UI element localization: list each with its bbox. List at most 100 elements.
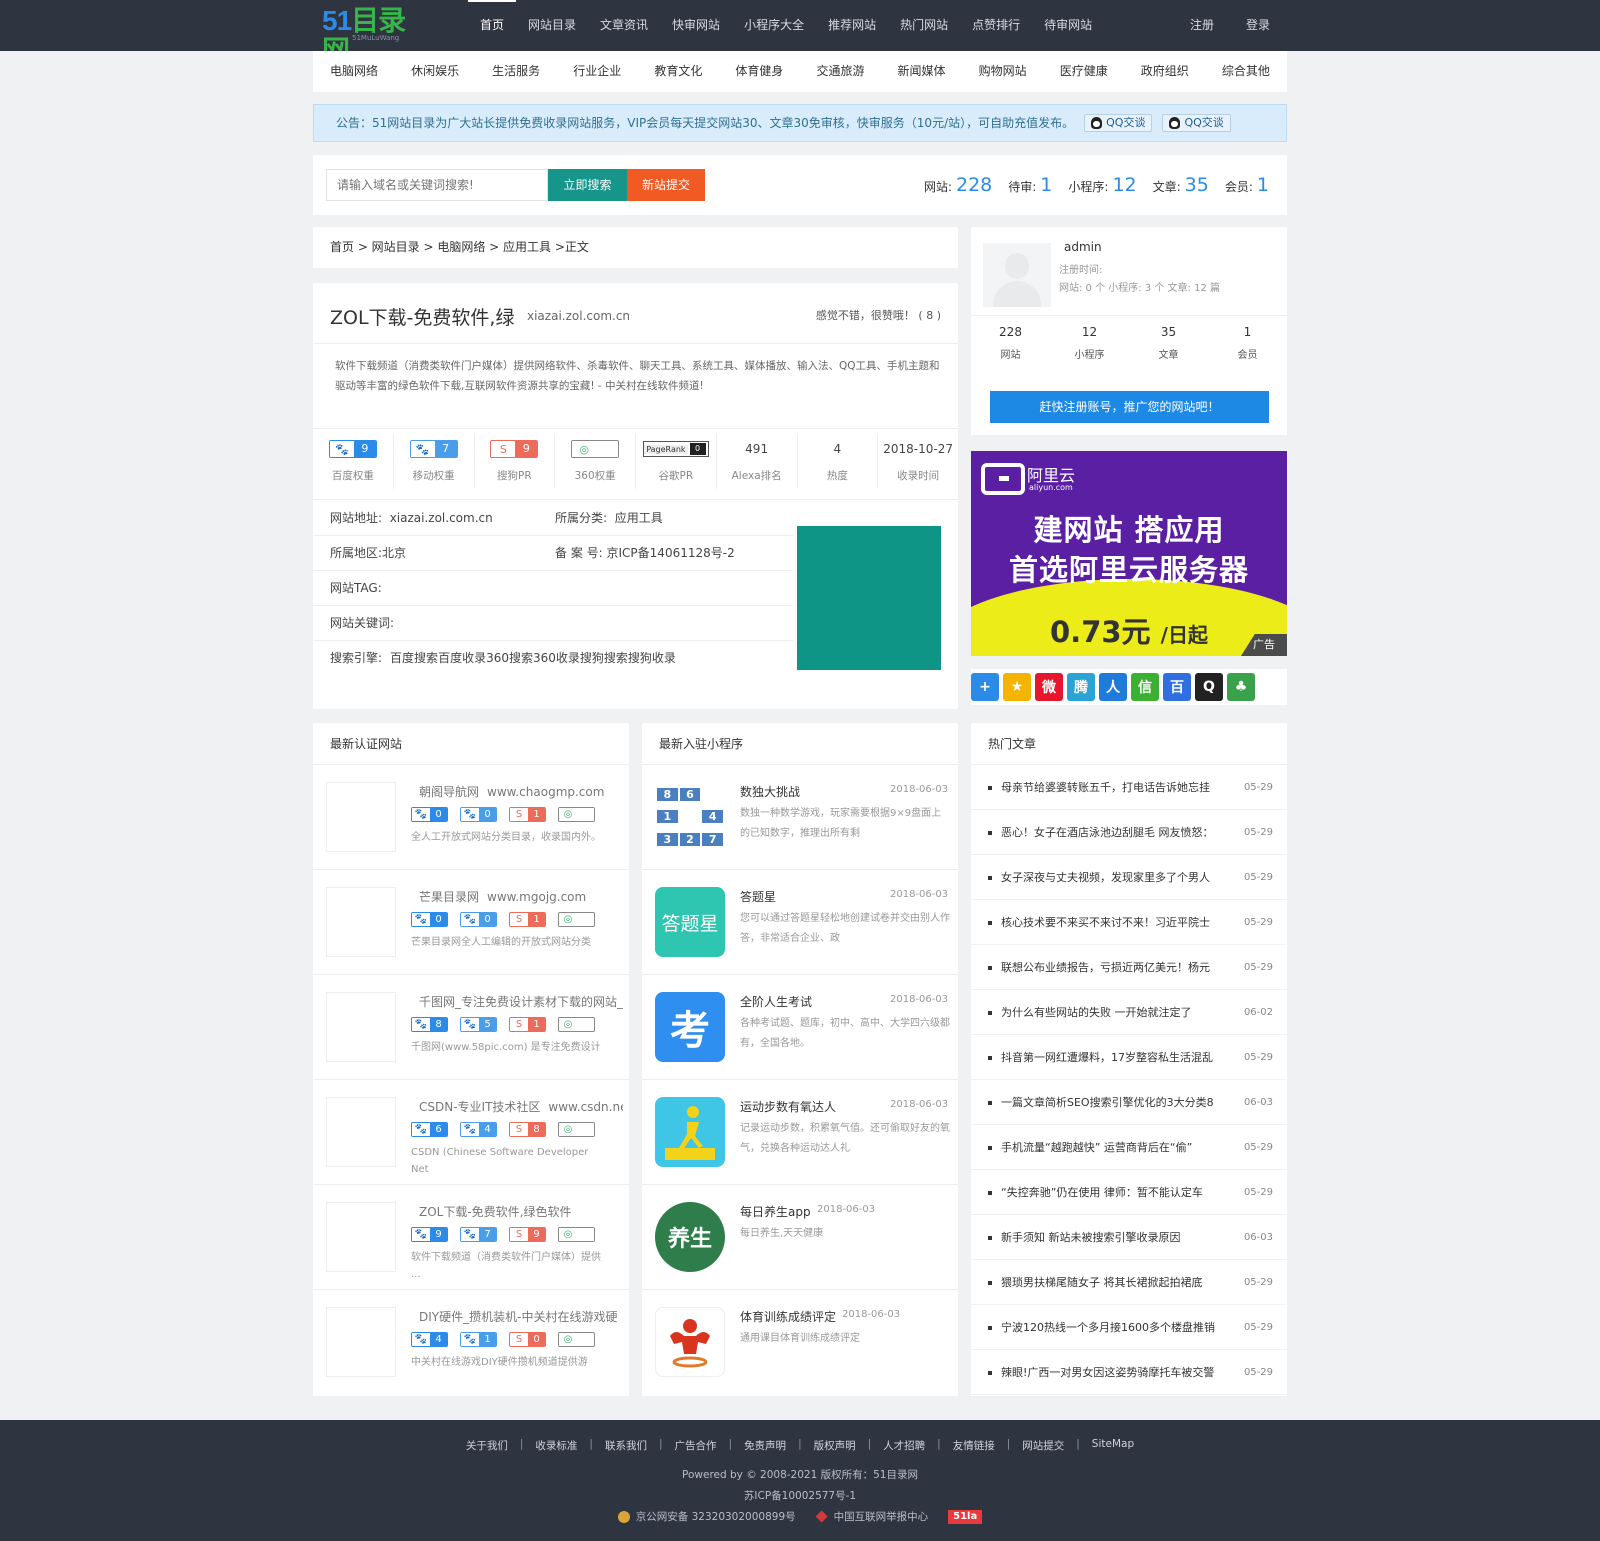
article-title[interactable]: 新手须知 新站未被搜索引擎收录原因	[1001, 1215, 1233, 1259]
footer-link-6[interactable]: 人才招聘	[871, 1438, 937, 1453]
nav-item-3[interactable]: 快审网站	[660, 0, 732, 51]
site-domain[interactable]: xiazai.zol.com.cn	[527, 309, 630, 323]
hot-article-item[interactable]: 核心技术要不来买不来讨不来！习近平院士 05-29	[971, 900, 1287, 945]
article-title[interactable]: 宁波120热线一个多月接1600多个楼盘推销	[1001, 1305, 1233, 1349]
footer-icp[interactable]: 苏ICP备10002577号-1	[0, 1488, 1600, 1503]
app-list-item[interactable]: 养生 每日养生app 2018-06-03 每日养生,天天健康	[642, 1185, 958, 1290]
share-tencent-weibo-icon[interactable]: 腾	[1067, 673, 1095, 701]
nav-item-5[interactable]: 推荐网站	[816, 0, 888, 51]
aliyun-ad-banner[interactable]: 阿里云 aliyun.com 建网站 搭应用 首选阿里云服务器 0.73元 /日…	[971, 451, 1287, 656]
app-name[interactable]: 运动步数有氧达人	[740, 1098, 836, 1115]
share-weibo-icon[interactable]: 微	[1035, 673, 1063, 701]
category-link-0[interactable]: 电脑网络	[330, 51, 378, 92]
site-list-item[interactable]: 朝阁导航网 www.chaogmp.com 🐾 0 🐾 0 S 1 ◎ 全人工开放式网站分类目录，…	[313, 765, 629, 870]
site-name[interactable]: DIY硬件_攒机装机-中关村在线游戏硬	[411, 1308, 623, 1325]
site-list-item[interactable]: 千图网_专注免费设计素材下载的网站_ 🐾 8 🐾 5 S 1 ◎ 千图网(www.58pic.c…	[313, 975, 629, 1080]
footer-link-0[interactable]: 关于我们	[454, 1438, 520, 1453]
user-stat-0[interactable]: 228 网站	[971, 316, 1050, 361]
category-link-9[interactable]: 医疗健康	[1060, 51, 1108, 92]
user-stat-3[interactable]: 1 会员	[1208, 316, 1287, 361]
article-title[interactable]: 猥琐男扶梯尾随女子 将其长裙掀起拍裙底	[1001, 1260, 1233, 1304]
register-link[interactable]: 注册	[1190, 0, 1214, 50]
site-name[interactable]: CSDN-专业IT技术社区 www.csdn.net	[411, 1098, 623, 1115]
footer-cnnic[interactable]: 中国互联网举报中心	[834, 1509, 929, 1524]
hot-article-item[interactable]: 抖音第一网红遭爆料，17岁整容私生活混乱 05-29	[971, 1035, 1287, 1080]
site-thumbnail[interactable]	[326, 992, 396, 1062]
hot-article-item[interactable]: 猥琐男扶梯尾随女子 将其长裙掀起拍裙底 05-29	[971, 1260, 1287, 1305]
site-url[interactable]: xiazai.zol.com.cn	[390, 511, 493, 525]
nav-item-6[interactable]: 热门网站	[888, 0, 960, 51]
footer-link-8[interactable]: 网站提交	[1010, 1438, 1076, 1453]
footer-link-1[interactable]: 收录标准	[523, 1438, 589, 1453]
footer-link-4[interactable]: 免责声明	[732, 1438, 798, 1453]
qq-chat-button-2[interactable]: QQ交谈	[1162, 114, 1231, 132]
share-favorite-icon[interactable]: ★	[1003, 673, 1031, 701]
footer-link-9[interactable]: SiteMap	[1080, 1438, 1146, 1453]
site-name[interactable]: 朝阁导航网 www.chaogmp.com	[411, 783, 623, 800]
site-list-item[interactable]: 芒果目录网 www.mgojg.com 🐾 0 🐾 0 S 1 ◎ 芒果目录网全人工编辑的开放式网…	[313, 870, 629, 975]
app-icon[interactable]	[655, 1307, 725, 1377]
share-more-icon[interactable]: +	[971, 673, 999, 701]
nav-item-4[interactable]: 小程序大全	[732, 0, 816, 51]
breadcrumb[interactable]: 首页 > 网站目录 > 电脑网络 > 应用工具 >正文	[313, 227, 958, 268]
nav-item-7[interactable]: 点赞排行	[960, 0, 1032, 51]
category-link-8[interactable]: 购物网站	[979, 51, 1027, 92]
hot-article-item[interactable]: 新手须知 新站未被搜索引擎收录原因 06-03	[971, 1215, 1287, 1260]
footer-link-3[interactable]: 广告合作	[663, 1438, 729, 1453]
qq-chat-button-1[interactable]: QQ交谈	[1084, 114, 1153, 132]
app-icon[interactable]: 答题星	[655, 887, 725, 957]
login-link[interactable]: 登录	[1246, 0, 1270, 50]
hot-article-item[interactable]: 辣眼!广西一对男女因这姿势骑摩托车被交警 05-29	[971, 1350, 1287, 1395]
site-logo[interactable]: 51目录网 51MuLuWang	[322, 6, 427, 66]
share-baidu-icon[interactable]: 百	[1163, 673, 1191, 701]
app-list-item[interactable]: 答题星 答题星 2018-06-03 您可以通过答题星轻松地创建试卷并交由别人作答，非…	[642, 870, 958, 975]
hot-article-item[interactable]: 联想公布业绩报告，亏损近两亿美元！杨元 05-29	[971, 945, 1287, 990]
category-link-3[interactable]: 行业企业	[573, 51, 621, 92]
app-list-item[interactable]: 体育训练成绩评定 2018-06-03 通用课目体育训练成绩评定	[642, 1290, 958, 1395]
share-wechat-icon[interactable]: 信	[1131, 673, 1159, 701]
site-thumbnail[interactable]	[326, 782, 396, 852]
stat-51la-badge[interactable]: 51la	[948, 1509, 983, 1524]
category-link-2[interactable]: 生活服务	[492, 51, 540, 92]
user-name[interactable]: admin	[1064, 240, 1102, 254]
article-title[interactable]: 抖音第一网红遭爆料，17岁整容私生活混乱	[1001, 1035, 1233, 1079]
share-qq-icon[interactable]: Q	[1195, 673, 1223, 701]
site-thumbnail[interactable]	[326, 887, 396, 957]
search-button[interactable]: 立即搜索	[548, 169, 627, 201]
article-title[interactable]: 一篇文章简析SEO搜索引擎优化的3大分类8	[1001, 1080, 1233, 1124]
footer-police[interactable]: 京公网安备 32320302000899号	[636, 1509, 796, 1524]
app-name[interactable]: 答题星	[740, 888, 776, 905]
footer-link-2[interactable]: 联系我们	[593, 1438, 659, 1453]
hot-article-item[interactable]: 宁波120热线一个多月接1600多个楼盘推销 05-29	[971, 1305, 1287, 1350]
hot-article-item[interactable]: 一篇文章简析SEO搜索引擎优化的3大分类8 06-03	[971, 1080, 1287, 1125]
article-title[interactable]: 恶心！女子在酒店泳池边刮腿毛 网友愤怒：	[1001, 810, 1233, 854]
app-name[interactable]: 数独大挑战	[740, 783, 800, 800]
footer-link-7[interactable]: 友情链接	[941, 1438, 1007, 1453]
app-list-item[interactable]: 运动步数有氧达人 2018-06-03 记录运动步数，积累氧气值。还可偷取好友的氧气…	[642, 1080, 958, 1185]
search-engine-link-5[interactable]: 搜狗收录	[628, 641, 676, 676]
hot-article-item[interactable]: 母亲节给婆婆转账五千，打电话告诉她忘挂 05-29	[971, 765, 1287, 810]
nav-item-0[interactable]: 首页	[468, 0, 517, 51]
user-stat-1[interactable]: 12 小程序	[1050, 316, 1129, 361]
search-engine-link-3[interactable]: 360收录	[533, 641, 580, 676]
category-link-5[interactable]: 体育健身	[735, 51, 783, 92]
hot-article-item[interactable]: “失控奔驰”仍在使用 律师：暂不能认定车 05-29	[971, 1170, 1287, 1215]
article-title[interactable]: 核心技术要不来买不来讨不来！习近平院士	[1001, 900, 1233, 944]
app-icon[interactable]	[655, 1097, 725, 1167]
article-title[interactable]: 女子深夜与丈夫视频，发现家里多了个男人	[1001, 855, 1233, 899]
site-list-item[interactable]: ZOL下载-免费软件,绿色软件 🐾 9 🐾 7 S 9 ◎ 软件下载频道（消费类软件门户媒体）提…	[313, 1185, 629, 1290]
category-link-11[interactable]: 综合其他	[1222, 51, 1270, 92]
search-input[interactable]	[326, 169, 548, 201]
submit-site-button[interactable]: 新站提交	[627, 169, 705, 201]
site-list-item[interactable]: DIY硬件_攒机装机-中关村在线游戏硬 🐾 4 🐾 1 S 0 ◎ 中关村在线游戏DIY硬件攒机…	[313, 1290, 629, 1395]
site-category[interactable]: 应用工具	[615, 511, 663, 525]
site-name[interactable]: ZOL下载-免费软件,绿色软件	[411, 1203, 623, 1220]
article-title[interactable]: 母亲节给婆婆转账五千，打电话告诉她忘挂	[1001, 765, 1233, 809]
footer-link-5[interactable]: 版权声明	[802, 1438, 868, 1453]
search-engine-link-4[interactable]: 搜狗搜索	[580, 641, 628, 676]
nav-item-8[interactable]: 待审网站	[1032, 0, 1104, 51]
user-stat-2[interactable]: 35 文章	[1129, 316, 1208, 361]
app-icon[interactable]: 养生	[655, 1202, 725, 1272]
search-engine-link-0[interactable]: 百度搜索	[390, 641, 438, 676]
app-name[interactable]: 体育训练成绩评定	[740, 1308, 836, 1325]
